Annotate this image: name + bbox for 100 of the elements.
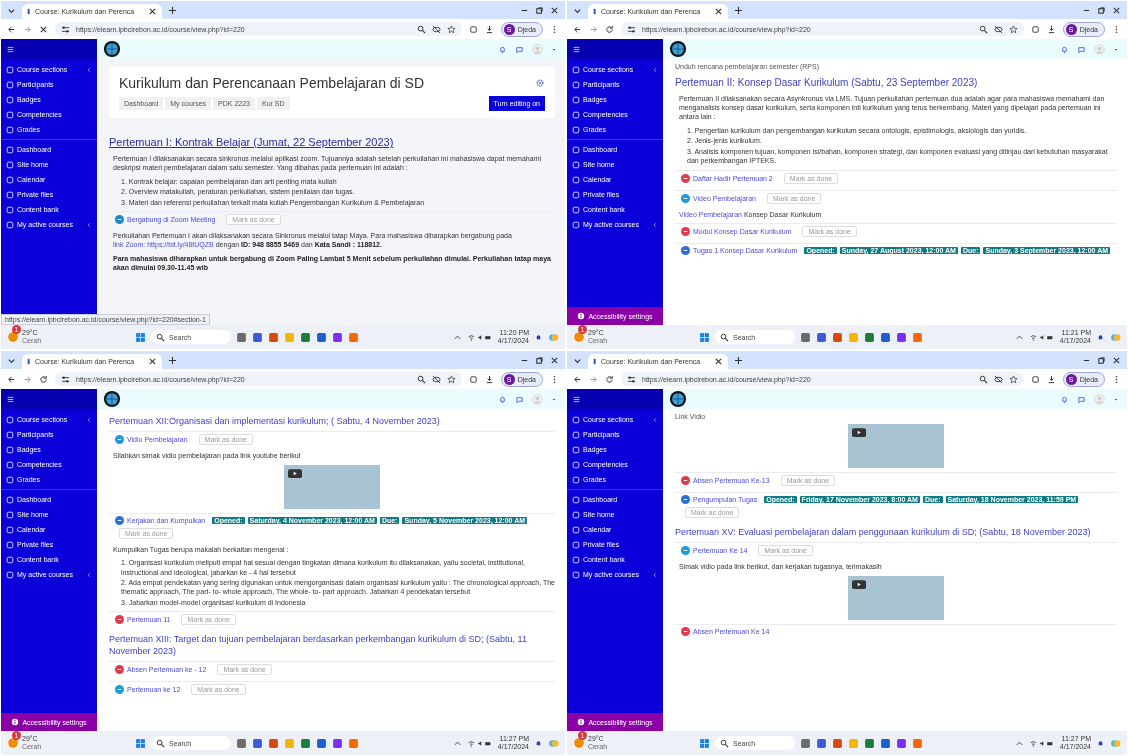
logo-icon[interactable] — [103, 390, 121, 408]
download-icon[interactable] — [484, 24, 494, 34]
eye-slash-icon[interactable] — [993, 24, 1003, 34]
chat-icon[interactable] — [1077, 394, 1086, 404]
app-icon[interactable] — [347, 737, 359, 749]
app-icon[interactable] — [815, 331, 827, 343]
download-icon[interactable] — [484, 374, 494, 384]
close-icon[interactable] — [1112, 355, 1121, 365]
bell-icon[interactable] — [498, 44, 507, 54]
play-icon[interactable] — [852, 428, 866, 437]
video-thumbnail[interactable] — [848, 575, 944, 620]
app-icon[interactable] — [331, 331, 343, 343]
search-icon[interactable] — [416, 24, 426, 34]
restore-icon[interactable] — [535, 5, 544, 15]
logo-icon[interactable] — [103, 40, 121, 58]
forward-arrow-icon[interactable] — [589, 374, 598, 384]
app-icon[interactable] — [299, 737, 311, 749]
reload-icon[interactable] — [605, 24, 614, 34]
restore-icon[interactable] — [1097, 5, 1106, 15]
bell-icon[interactable] — [1060, 394, 1069, 404]
windows-icon[interactable] — [698, 737, 710, 749]
menu-icon[interactable] — [7, 395, 14, 403]
system-tray-icons[interactable] — [466, 738, 493, 748]
close-icon[interactable] — [714, 7, 723, 16]
tune-icon[interactable] — [627, 374, 636, 384]
sun-icon[interactable] — [7, 331, 19, 343]
app-icon[interactable] — [879, 331, 891, 343]
tune-icon[interactable] — [61, 24, 70, 34]
windows-icon[interactable] — [698, 331, 710, 343]
close-icon[interactable] — [714, 357, 723, 366]
chevron-left-icon[interactable] — [86, 221, 92, 228]
app-icon[interactable] — [831, 737, 843, 749]
app-icon[interactable] — [863, 737, 875, 749]
chevron-left-icon[interactable] — [652, 66, 658, 73]
bell-icon[interactable] — [1096, 738, 1105, 748]
chat-icon[interactable] — [515, 44, 524, 54]
app-icon[interactable] — [815, 737, 827, 749]
back-arrow-icon[interactable] — [573, 374, 582, 384]
eye-slash-icon[interactable] — [993, 374, 1003, 384]
app-icon[interactable] — [911, 331, 923, 343]
sun-icon[interactable] — [573, 331, 585, 343]
bell-icon[interactable] — [534, 332, 543, 342]
download-icon[interactable] — [1046, 24, 1056, 34]
close-icon[interactable] — [1112, 5, 1121, 15]
app-icon[interactable] — [879, 737, 891, 749]
stop-icon[interactable] — [39, 24, 48, 34]
menu-icon[interactable] — [7, 45, 14, 53]
app-icon[interactable] — [863, 331, 875, 343]
app-icon[interactable] — [799, 331, 811, 343]
app-icon[interactable] — [251, 331, 263, 343]
bell-icon[interactable] — [1060, 44, 1069, 54]
forward-arrow-icon[interactable] — [589, 24, 598, 34]
close-icon[interactable] — [550, 5, 559, 15]
app-icon[interactable] — [235, 737, 247, 749]
bell-icon[interactable] — [1096, 332, 1105, 342]
search-icon[interactable] — [416, 374, 426, 384]
star-icon[interactable] — [446, 374, 456, 384]
plus-icon[interactable] — [168, 5, 177, 15]
app-icon[interactable] — [267, 737, 279, 749]
app-icon[interactable] — [799, 737, 811, 749]
video-thumbnail[interactable] — [848, 424, 944, 468]
plus-icon[interactable] — [168, 355, 177, 365]
app-icon[interactable] — [315, 331, 327, 343]
logo-icon[interactable] — [669, 40, 687, 58]
play-icon[interactable] — [288, 468, 302, 478]
section-title[interactable]: Pertemuan XV: Evaluasi pembelajaran dalam penggunaan kurikulum di SD; (Sabtu, 18 November 2023) — [675, 527, 1117, 539]
app-icon[interactable] — [347, 331, 359, 343]
video-thumbnail[interactable] — [284, 464, 380, 509]
windows-icon[interactable] — [134, 331, 146, 343]
chat-icon[interactable] — [515, 394, 524, 404]
bell-icon[interactable] — [498, 394, 507, 404]
reload-icon[interactable] — [605, 374, 614, 384]
chevron-left-icon[interactable] — [652, 416, 658, 423]
system-tray-icons[interactable] — [466, 332, 493, 342]
forward-arrow-icon[interactable] — [23, 374, 32, 384]
eye-slash-icon[interactable] — [431, 374, 441, 384]
chevron-left-icon[interactable] — [86, 571, 92, 578]
star-icon[interactable] — [446, 24, 456, 34]
app-icon[interactable] — [895, 737, 907, 749]
download-icon[interactable] — [1046, 374, 1056, 384]
eye-slash-icon[interactable] — [431, 24, 441, 34]
app-icon[interactable] — [831, 331, 843, 343]
section-title[interactable]: Pertemuan XIII: Target dan tujuan pembelajaran berdasarkan perkembangan kurikulum di SD; (Sabtu, 11 November 2023) — [109, 634, 555, 657]
menu-icon[interactable] — [573, 395, 580, 403]
back-arrow-icon[interactable] — [573, 24, 582, 34]
reload-icon[interactable] — [39, 374, 48, 384]
chevron-left-icon[interactable] — [86, 66, 92, 73]
app-icon[interactable] — [235, 331, 247, 343]
forward-arrow-icon[interactable] — [23, 24, 32, 34]
bell-icon[interactable] — [534, 738, 543, 748]
settings-icon[interactable] — [535, 78, 545, 88]
restore-icon[interactable] — [535, 355, 544, 365]
play-icon[interactable] — [852, 579, 866, 589]
search-icon[interactable] — [978, 24, 988, 34]
app-icon[interactable] — [895, 331, 907, 343]
chevron-left-icon[interactable] — [652, 221, 658, 228]
menu-icon[interactable] — [573, 45, 580, 53]
close-icon[interactable] — [148, 357, 157, 366]
chat-icon[interactable] — [1077, 44, 1086, 54]
back-arrow-icon[interactable] — [7, 374, 16, 384]
